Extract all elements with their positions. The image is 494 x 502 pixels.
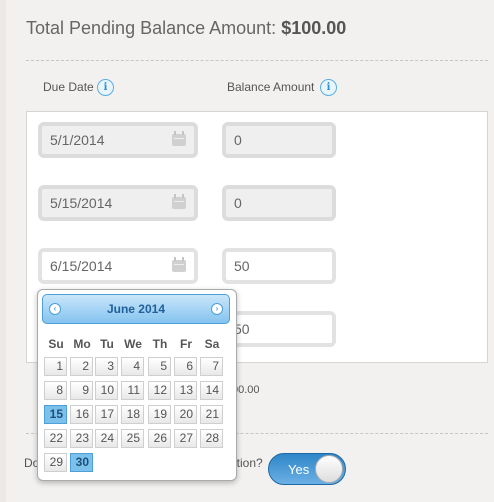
day-cell[interactable]: 4 (121, 357, 144, 376)
weekday-mo: Mo (73, 337, 91, 351)
day-cell[interactable]: 29 (44, 453, 67, 472)
calendar-icon[interactable] (172, 131, 186, 146)
weekday-th: Th (152, 337, 168, 351)
due-date-field-2[interactable]: 5/15/2014 (38, 185, 198, 221)
chevron-right-icon[interactable]: › (211, 303, 223, 315)
due-date-info-icon[interactable]: i (97, 79, 114, 96)
toggle-knob[interactable] (315, 455, 343, 483)
weekday-sa: Sa (204, 337, 220, 351)
day-cell[interactable]: 15 (44, 405, 67, 424)
amount-field-4[interactable]: 50 (222, 311, 336, 347)
left-edge (0, 0, 6, 502)
day-cell[interactable]: 18 (121, 405, 144, 424)
day-cell[interactable]: 16 (70, 405, 93, 424)
day-cell[interactable]: 22 (44, 429, 67, 448)
day-cell[interactable]: 8 (44, 381, 67, 400)
divider-top (26, 60, 488, 61)
day-cell[interactable]: 28 (200, 429, 223, 448)
title-amount: $100.00 (281, 18, 347, 38)
page-title: Total Pending Balance Amount: $100.00 (26, 18, 346, 39)
due-date-value-1: 5/1/2014 (50, 132, 105, 148)
day-cell[interactable]: 21 (200, 405, 223, 424)
day-cell[interactable]: 5 (148, 357, 171, 376)
day-cell[interactable]: 27 (174, 429, 197, 448)
datepicker-month-label: June 2014 (106, 302, 166, 316)
day-cell[interactable]: 6 (174, 357, 197, 376)
day-cell[interactable]: 23 (70, 429, 93, 448)
day-cell[interactable]: 10 (95, 381, 118, 400)
day-cell[interactable]: 24 (95, 429, 118, 448)
yes-no-toggle[interactable]: Yes (268, 453, 346, 485)
due-date-label: Due Date (43, 80, 94, 94)
day-cell[interactable]: 12 (148, 381, 171, 400)
toggle-label: Yes (288, 462, 310, 477)
amount-value-2: 0 (234, 195, 242, 211)
due-date-field-3[interactable]: 6/15/2014 (38, 248, 198, 284)
day-cell[interactable]: 30 (70, 453, 93, 472)
balance-amount-label: Balance Amount (227, 80, 315, 94)
day-cell[interactable]: 17 (95, 405, 118, 424)
day-cell[interactable]: 7 (200, 357, 223, 376)
day-cell[interactable]: 26 (148, 429, 171, 448)
day-cell[interactable]: 2 (70, 357, 93, 376)
amount-field-3[interactable]: 50 (222, 248, 336, 284)
amount-field-1[interactable]: 0 (222, 122, 336, 158)
due-date-value-2: 5/15/2014 (50, 195, 113, 211)
calendar-icon[interactable] (172, 257, 186, 272)
weekday-su: Su (48, 337, 64, 351)
amount-field-2[interactable]: 0 (222, 185, 336, 221)
day-cell[interactable]: 9 (70, 381, 93, 400)
due-date-field-1[interactable]: 5/1/2014 (38, 122, 198, 158)
day-cell[interactable]: 13 (174, 381, 197, 400)
amount-value-3: 50 (234, 258, 250, 274)
day-cell[interactable]: 14 (200, 381, 223, 400)
day-cell[interactable]: 1 (44, 357, 67, 376)
datepicker-popup: ‹ June 2014 › Su Mo Tu We Th Fr Sa 1 2 3 4 5 6 7 8 9 10… (37, 289, 237, 481)
datepicker-header: ‹ June 2014 › (42, 294, 230, 324)
balance-amount-info-icon[interactable]: i (320, 79, 337, 96)
day-cell[interactable]: 25 (121, 429, 144, 448)
day-cell[interactable]: 11 (121, 381, 144, 400)
weekday-we: We (124, 337, 142, 351)
due-date-value-3: 6/15/2014 (50, 258, 113, 274)
day-cell[interactable]: 20 (174, 405, 197, 424)
weekday-tu: Tu (100, 337, 114, 351)
title-prefix: Total Pending Balance Amount: (26, 18, 277, 38)
day-cell[interactable]: 19 (148, 405, 171, 424)
amount-value-1: 0 (234, 132, 242, 148)
weekday-fr: Fr (180, 337, 192, 351)
calendar-icon[interactable] (172, 194, 186, 209)
day-cell[interactable]: 3 (95, 357, 118, 376)
